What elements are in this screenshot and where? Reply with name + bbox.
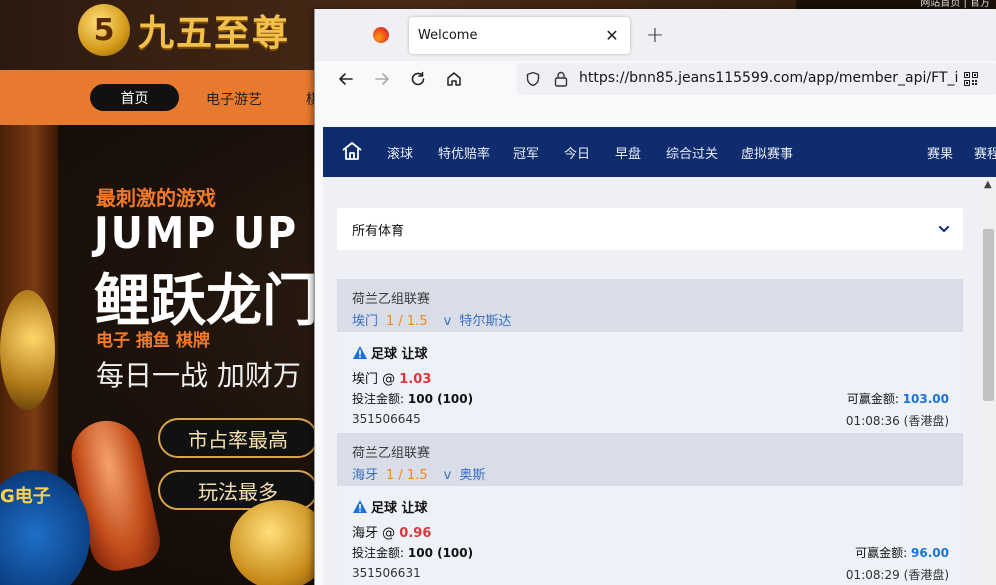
- forward-arrow-icon: [375, 73, 389, 85]
- pick-team: 埃门: [352, 372, 379, 387]
- tab-title: Welcome: [418, 28, 478, 43]
- dragon-label: G电子: [0, 486, 51, 507]
- warning-icon: [353, 346, 367, 359]
- bet-id: 351506631: [352, 566, 421, 580]
- shield-icon[interactable]: [525, 71, 541, 87]
- nav-item-today[interactable]: 今日: [564, 143, 590, 162]
- league-name: 荷兰乙组联赛: [352, 446, 431, 461]
- logo-text: 九五至尊: [138, 12, 291, 54]
- stake-value: 100 (100): [407, 546, 474, 560]
- matchup: 埃门 1 / 1.5 v 特尔斯达: [352, 310, 948, 329]
- firefox-icon[interactable]: [373, 27, 389, 43]
- away-team: 奥斯: [459, 468, 486, 483]
- stake-line: 投注金额: 100 (100): [352, 544, 473, 561]
- close-icon[interactable]: ✕: [602, 25, 622, 45]
- sportsbook-page: 滚球 特优赔率 冠军 今日 早盘 综合过关 虚拟赛事 赛果 赛程 所有体育 荷兰…: [323, 127, 996, 585]
- sport-filter-dropdown[interactable]: 所有体育: [337, 208, 963, 250]
- casino-nav-home[interactable]: 首页: [90, 84, 179, 111]
- odds-value: 0.96: [399, 526, 432, 541]
- nav-item-live[interactable]: 滚球: [387, 143, 413, 162]
- casino-nav-electronic-games[interactable]: 电子游艺: [206, 89, 262, 109]
- bet-header: 荷兰乙组联赛 埃门 1 / 1.5 v 特尔斯达: [337, 279, 963, 332]
- banner-categories: 电子 捕鱼 棋牌: [96, 331, 210, 351]
- nav-item-schedule[interactable]: 赛程: [974, 143, 996, 162]
- qr-code-icon[interactable]: [964, 72, 978, 86]
- win-value: 96.00: [911, 546, 949, 560]
- nav-toolbar: https://bnn85.jeans115599.com/app/member…: [315, 61, 996, 97]
- stake-label: 投注金额:: [352, 546, 405, 560]
- home-icon: [447, 72, 461, 86]
- bet-pick: 埃门 @ 1.03: [352, 368, 431, 387]
- bet-detail: 足球 让球 埃门 @ 1.03 投注金额: 100 (100) 可赢金额: 10…: [337, 332, 963, 433]
- warning-icon: [353, 500, 367, 513]
- win-value: 103.00: [902, 392, 949, 406]
- stake-label: 投注金额:: [352, 392, 405, 406]
- home-icon[interactable]: [341, 141, 363, 161]
- home-team: 海牙: [352, 468, 379, 483]
- matchup: 海牙 1 / 1.5 v 奥斯: [352, 464, 948, 483]
- win-line: 可赢金额: 96.00: [855, 544, 949, 561]
- odds-value: 1.03: [399, 372, 432, 387]
- banner-pill-market-share[interactable]: 市占率最高: [158, 418, 318, 458]
- sport-filter-value: 所有体育: [352, 223, 405, 239]
- casino-logo[interactable]: 5 九五至尊: [78, 0, 290, 60]
- banner-slogan: 每日一战 加财万: [96, 359, 301, 392]
- back-button[interactable]: [333, 66, 359, 92]
- reload-icon: [411, 71, 425, 86]
- league-name: 荷兰乙组联赛: [352, 292, 431, 307]
- tab-welcome[interactable]: Welcome ✕: [409, 17, 630, 54]
- bet-type-label: 足球 让球: [371, 347, 428, 362]
- win-label: 可赢金额:: [855, 546, 908, 560]
- bet-id: 351506645: [352, 412, 421, 426]
- forward-button[interactable]: [369, 66, 395, 92]
- pick-team: 海牙: [352, 526, 379, 541]
- bet-pick: 海牙 @ 0.96: [352, 522, 431, 541]
- coin-stack-image: [0, 290, 55, 410]
- away-team: 特尔斯达: [459, 314, 512, 329]
- banner-tag: 最刺激的游戏: [96, 186, 216, 210]
- nav-item-champion[interactable]: 冠军: [513, 143, 539, 162]
- banner-headline-cn: 鲤跃龙门: [94, 269, 318, 334]
- nav-item-parlay[interactable]: 综合过关: [666, 143, 718, 162]
- stake-value: 100 (100): [407, 392, 474, 406]
- banner-headline-en: JUMP UP: [94, 208, 299, 259]
- home-team: 埃门: [352, 314, 379, 329]
- nav-item-results[interactable]: 赛果: [927, 143, 953, 162]
- nav-item-special-odds[interactable]: 特优赔率: [438, 143, 490, 162]
- bet-header: 荷兰乙组联赛 海牙 1 / 1.5 v 奥斯: [337, 433, 963, 486]
- sportsbook-nav: 滚球 特优赔率 冠军 今日 早盘 综合过关 虚拟赛事 赛果 赛程: [323, 127, 996, 177]
- bet-detail: 足球 让球 海牙 @ 0.96 投注金额: 100 (100) 可赢金额: 96…: [337, 486, 963, 585]
- vertical-scrollbar[interactable]: ▲: [980, 177, 996, 585]
- logo-emblem-icon: 5: [78, 4, 130, 56]
- versus: v: [443, 468, 452, 483]
- bet-time: 01:08:36 (香港盘): [845, 414, 949, 428]
- win-line: 可赢金额: 103.00: [847, 390, 949, 407]
- handicap: 1 / 1.5: [386, 314, 428, 329]
- toolbar-spacer: [315, 97, 996, 127]
- tab-strip: Welcome ✕ +: [315, 9, 996, 61]
- nav-item-early[interactable]: 早盘: [615, 143, 641, 162]
- nav-item-virtual[interactable]: 虚拟赛事: [741, 143, 793, 162]
- bet-type: 足球 让球: [352, 497, 428, 516]
- lock-icon[interactable]: [553, 70, 569, 88]
- bet-type-label: 足球 让球: [371, 501, 428, 516]
- back-arrow-icon: [339, 73, 353, 85]
- handicap: 1 / 1.5: [386, 468, 428, 483]
- browser-window: Welcome ✕ + https://bnn85.jeans115599.co…: [314, 9, 996, 585]
- address-bar[interactable]: https://bnn85.jeans115599.com/app/member…: [517, 63, 996, 95]
- bet-time: 01:08:29 (香港盘): [845, 568, 949, 582]
- odds-at: @: [382, 526, 396, 541]
- versus: v: [443, 314, 452, 329]
- reload-button[interactable]: [405, 66, 431, 92]
- odds-at: @: [382, 372, 396, 387]
- win-label: 可赢金额:: [846, 392, 899, 406]
- stake-line: 投注金额: 100 (100): [352, 390, 473, 407]
- home-button[interactable]: [441, 66, 467, 92]
- chevron-down-icon: [939, 226, 949, 232]
- url-text[interactable]: https://bnn85.jeans115599.com/app/member…: [579, 70, 959, 86]
- scroll-up-icon[interactable]: ▲: [984, 179, 992, 190]
- new-tab-button[interactable]: +: [643, 23, 667, 48]
- scrollbar-thumb[interactable]: [983, 229, 994, 401]
- bet-type: 足球 让球: [352, 343, 428, 362]
